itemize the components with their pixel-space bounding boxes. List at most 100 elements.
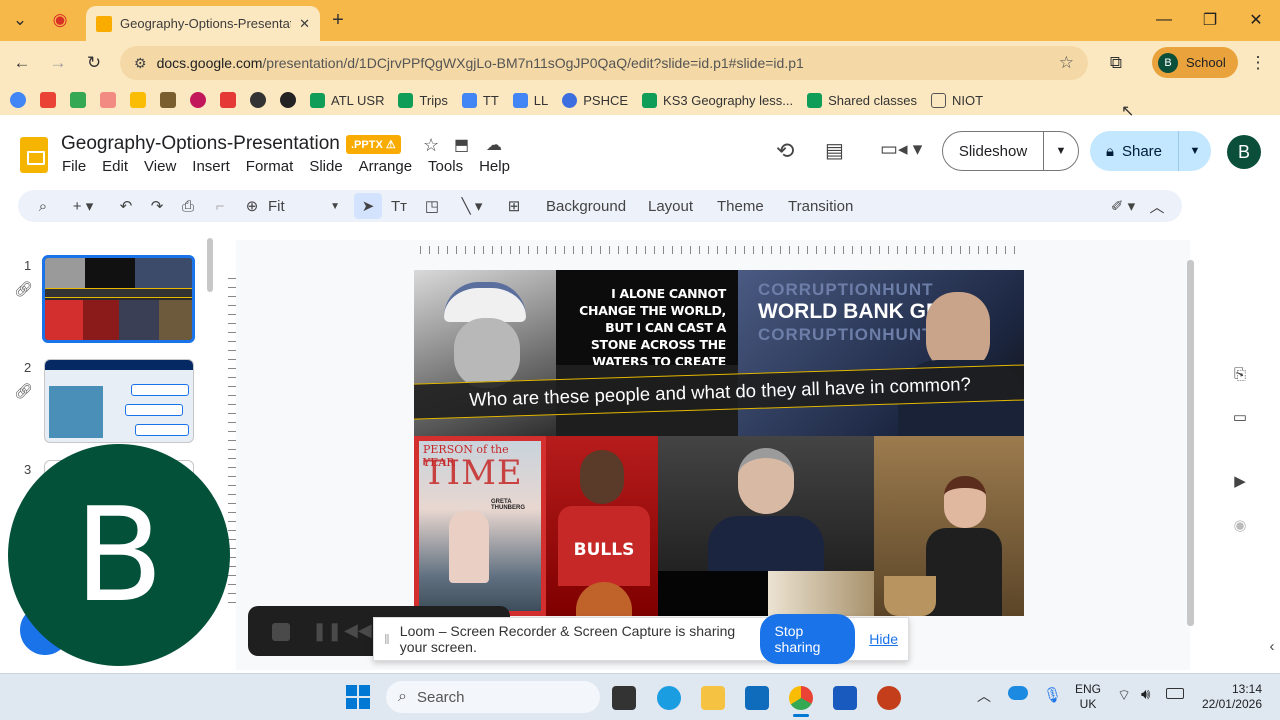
bookmark-pshce[interactable]: PSHCE: [562, 92, 628, 108]
restore-icon[interactable]: ❐: [1187, 0, 1233, 40]
taskbar-search[interactable]: ⌕ Search: [386, 681, 600, 713]
text-box-icon[interactable]: Tт: [388, 190, 410, 222]
collapse-toolbar-icon[interactable]: ︿: [1148, 190, 1166, 222]
slideshow-button[interactable]: Slideshow ▼: [942, 131, 1079, 171]
menu-file[interactable]: File: [62, 158, 86, 175]
restart-icon[interactable]: ◀◀: [344, 620, 372, 641]
select-tool-icon[interactable]: ➤: [354, 193, 382, 219]
search-menus-icon[interactable]: ⌕: [32, 190, 54, 222]
chrome-taskbar-icon[interactable]: [789, 686, 813, 710]
start-icon[interactable]: [346, 685, 370, 709]
undo-icon[interactable]: ↶: [116, 190, 136, 222]
hide-link[interactable]: Hide: [869, 631, 898, 647]
share-main[interactable]: 🔒︎ Share: [1090, 131, 1179, 171]
slideshow-dropdown-icon[interactable]: ▼: [1044, 145, 1078, 157]
recording-icon[interactable]: ◉: [44, 4, 76, 36]
drive-bookmark-icon[interactable]: [70, 92, 86, 108]
target-bookmark-icon[interactable]: [280, 92, 296, 108]
reload-icon[interactable]: ↻: [78, 47, 110, 79]
slide-thumbnail-2[interactable]: [44, 359, 194, 443]
pptx-badge[interactable]: .PPTX ⚠: [346, 135, 401, 154]
transition-button[interactable]: Transition: [788, 190, 853, 222]
minimize-icon[interactable]: —: [1141, 0, 1187, 40]
store-icon[interactable]: [745, 686, 769, 710]
cloud-status-icon[interactable]: ☁: [486, 135, 502, 155]
chrome-bookmark-icon[interactable]: [10, 92, 26, 108]
background-button[interactable]: Background: [546, 190, 626, 222]
bookmark-shared-classes[interactable]: Shared classes: [807, 92, 917, 108]
bookmark-atl-usr[interactable]: ATL USR: [310, 92, 384, 108]
record-icon[interactable]: ◉: [1228, 513, 1252, 537]
word-icon[interactable]: [833, 686, 857, 710]
back-icon[interactable]: ←: [6, 47, 38, 79]
menu-view[interactable]: View: [144, 158, 176, 175]
zoom-select[interactable]: Fit ▼: [268, 190, 340, 222]
shape-icon[interactable]: ◳: [420, 190, 444, 222]
window-close-icon[interactable]: ✕: [1233, 0, 1279, 40]
new-tab-icon[interactable]: +: [322, 4, 354, 36]
show-hidden-icons-icon[interactable]: ︿: [977, 686, 991, 706]
paint-format-icon[interactable]: ⌐: [209, 190, 231, 222]
new-slide-icon[interactable]: + ▾: [64, 190, 102, 222]
battery-icon[interactable]: [1166, 688, 1184, 699]
wifi-icon[interactable]: ⌔: [1117, 686, 1131, 705]
stop-recording-icon[interactable]: [272, 623, 290, 641]
volume-icon[interactable]: 🔊︎: [1141, 686, 1150, 703]
tab-search-chevron-icon[interactable]: ⌄: [4, 4, 36, 36]
site-info-icon[interactable]: ⚙: [134, 55, 147, 72]
stop-sharing-button[interactable]: Stop sharing: [759, 614, 856, 664]
task-view-icon[interactable]: [612, 686, 636, 710]
document-title[interactable]: Geography-Options-Presentation: [61, 133, 340, 155]
comments-icon[interactable]: ▤: [825, 138, 844, 163]
menu-tools[interactable]: Tools: [428, 158, 463, 175]
keep-notes-icon[interactable]: ⎘: [1228, 362, 1252, 386]
profile-button[interactable]: B School: [1152, 47, 1238, 78]
slide-thumbnail-1[interactable]: [42, 255, 195, 343]
pen-mode-icon[interactable]: ✐ ▾: [1104, 190, 1142, 222]
line-tool-icon[interactable]: ╲ ▾: [452, 190, 492, 222]
gmail-bookmark-icon[interactable]: [40, 92, 56, 108]
extensions-icon[interactable]: ⧉: [1100, 47, 1132, 79]
forward-icon[interactable]: →: [42, 47, 74, 79]
expand-panel-icon[interactable]: ‹: [1260, 634, 1280, 658]
bookmark-star-icon[interactable]: ☆: [1059, 53, 1074, 73]
powerpoint-icon[interactable]: [877, 686, 901, 710]
share-dropdown-icon[interactable]: ▼: [1179, 145, 1211, 157]
menu-insert[interactable]: Insert: [192, 158, 230, 175]
browser-tab-active[interactable]: Geography-Options-Presentatio ✕: [86, 6, 320, 41]
move-folder-icon[interactable]: ⬒: [454, 135, 469, 155]
theme-button[interactable]: Theme: [717, 190, 764, 222]
circle-bookmark-icon[interactable]: [190, 92, 206, 108]
slideshow-label[interactable]: Slideshow: [943, 132, 1044, 170]
onedrive-icon[interactable]: [1008, 686, 1028, 700]
loom-camera-bubble[interactable]: B: [8, 444, 230, 666]
zoom-icon[interactable]: ⊕: [241, 190, 263, 222]
clock[interactable]: 13:14 22/01/2026: [1196, 682, 1262, 712]
pause-icon[interactable]: ❚❚: [312, 621, 342, 642]
canvas-scrollbar[interactable]: [1187, 260, 1194, 626]
bookmark-tt[interactable]: TT: [461, 92, 499, 108]
bookmark-ks3-geography[interactable]: KS3 Geography less...: [642, 92, 793, 108]
edge-icon[interactable]: [657, 686, 681, 710]
microphone-icon[interactable]: 🎙︎: [1043, 686, 1062, 704]
redo-icon[interactable]: ↷: [147, 190, 167, 222]
bookmark-niot[interactable]: NIOT: [931, 92, 983, 108]
share-button[interactable]: 🔒︎ Share ▼: [1090, 131, 1211, 171]
slides-logo-icon[interactable]: [20, 137, 48, 173]
bookmark-trips[interactable]: Trips: [398, 92, 448, 108]
menu-arrange[interactable]: Arrange: [359, 158, 412, 175]
bookmark-ll[interactable]: LL: [512, 92, 548, 108]
crest-bookmark-icon[interactable]: [160, 92, 176, 108]
version-history-icon[interactable]: ⟲: [776, 138, 794, 164]
layout-button[interactable]: Layout: [648, 190, 693, 222]
menu-format[interactable]: Format: [246, 158, 294, 175]
slide-1[interactable]: I ALONE CANNOT CHANGE THE WORLD, BUT I C…: [414, 270, 1024, 616]
drag-handle-icon[interactable]: ‖: [384, 631, 390, 647]
account-avatar[interactable]: B: [1227, 135, 1261, 169]
openai-bookmark-icon[interactable]: [250, 92, 266, 108]
file-explorer-icon[interactable]: [701, 686, 725, 710]
cloud-bookmark-icon[interactable]: [100, 92, 116, 108]
menu-slide[interactable]: Slide: [309, 158, 342, 175]
add-comment-icon[interactable]: ⊞: [503, 190, 525, 222]
meet-camera-icon[interactable]: ▭◂ ▾: [880, 138, 922, 161]
